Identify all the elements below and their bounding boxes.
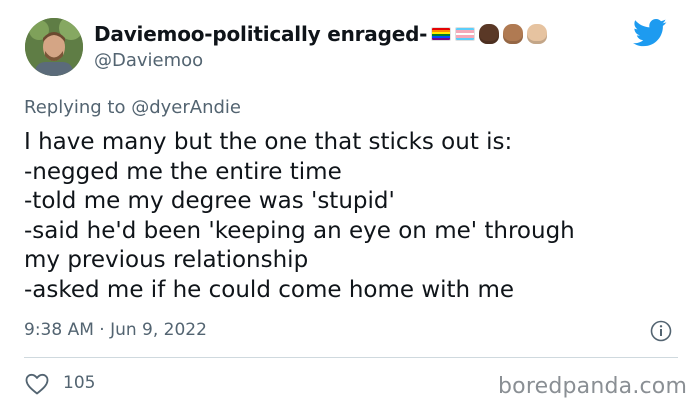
raised-fist-dark-icon (479, 24, 500, 44)
rainbow-flag-icon (431, 27, 452, 41)
info-icon[interactable] (650, 320, 672, 342)
replying-to-prefix: Replying to (24, 97, 126, 118)
display-name[interactable]: Daviemoo-politically enraged- (94, 22, 548, 46)
tweet-line: -asked me if he could come home with me (24, 276, 514, 303)
watermark-text: boredpanda.com (498, 374, 688, 399)
tweet-line: -said he'd been 'keeping an eye on me' t… (24, 217, 575, 244)
twitter-bird-icon (633, 18, 667, 47)
transgender-flag-icon (455, 27, 476, 41)
tweet-line: I have many but the one that sticks out … (24, 129, 513, 155)
replying-to: Replying to @dyerAndie (24, 97, 241, 118)
tweet-line: -told me my degree was 'stupid' (24, 188, 395, 214)
heart-icon[interactable] (24, 372, 50, 396)
like-count: 105 (63, 373, 96, 393)
reply-mention-link[interactable]: @dyerAndie (131, 97, 241, 118)
tweet-timestamp[interactable]: 9:38 AM · Jun 9, 2022 (24, 320, 207, 340)
raised-fist-medium-icon (503, 24, 524, 44)
divider (24, 357, 678, 358)
avatar[interactable] (25, 18, 83, 76)
raised-fist-light-icon (527, 24, 548, 44)
tweet-line: my previous relationship (24, 247, 309, 273)
tweet-text: I have many but the one that sticks out … (24, 128, 684, 305)
author-handle[interactable]: @Daviemoo (94, 50, 203, 71)
tweet-line: -negged me the entire time (24, 158, 342, 185)
display-name-text: Daviemoo-politically enraged- (94, 22, 428, 46)
